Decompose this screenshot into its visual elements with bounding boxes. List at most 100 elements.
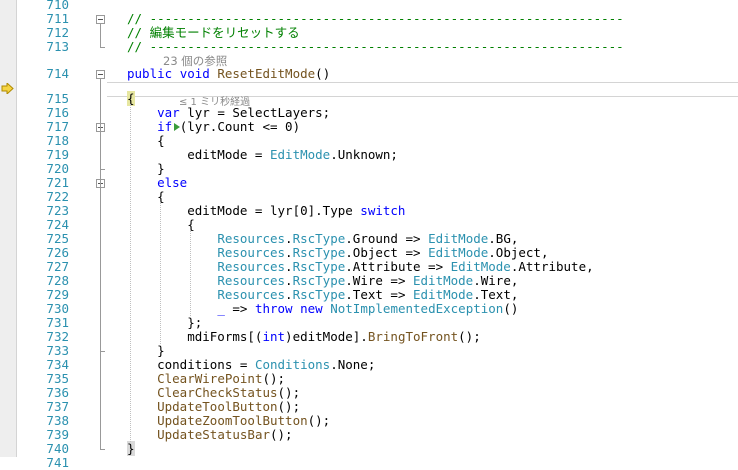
code-text: Resources.RscType.Attribute => EditMode.… <box>217 259 594 274</box>
code-line-740[interactable]: 740} <box>17 441 738 456</box>
outline-bracket-end <box>100 47 105 48</box>
code-line-721[interactable]: 721 else <box>17 176 738 190</box>
code-line-736[interactable]: 736 ClearCheckStatus(); <box>17 386 738 400</box>
code-text: Resources.RscType.Wire => EditMode.Wire, <box>217 273 519 288</box>
line-number: 732 <box>46 329 69 344</box>
code-text: UpdateStatusBar(); <box>157 427 293 442</box>
current-statement-arrow-icon <box>1 83 14 94</box>
line-number: 739 <box>46 427 69 442</box>
code-line-729[interactable]: 729 Resources.RscType.Text => EditMode.T… <box>17 288 738 302</box>
code-line-720[interactable]: 720 } <box>17 162 738 176</box>
code-text: UpdateZoomToolButton(); <box>157 413 331 428</box>
code-text: // 編集モードをリセットする <box>127 25 300 40</box>
code-line-722[interactable]: 722 { <box>17 190 738 204</box>
code-text: Resources.RscType.Ground => EditMode.BG, <box>217 231 519 246</box>
line-number: 737 <box>46 399 69 414</box>
line-number: 735 <box>46 371 69 386</box>
code-line-734[interactable]: 734 conditions = Conditions.None; <box>17 358 738 372</box>
code-text: { <box>127 133 165 148</box>
code-text: }; <box>127 315 203 330</box>
line-number: 711 <box>46 11 69 26</box>
line-number: 712 <box>46 25 69 40</box>
code-line-727[interactable]: 727 Resources.RscType.Attribute => EditM… <box>17 260 738 274</box>
code-text: { <box>127 189 165 204</box>
outline-bracket-end <box>100 169 105 170</box>
code-line-731[interactable]: 731 }; <box>17 316 738 330</box>
code-text: editMode = EditMode.Unknown; <box>127 147 398 162</box>
code-line-735[interactable]: 735 ClearWirePoint(); <box>17 372 738 386</box>
code-text: } <box>127 161 165 176</box>
run-to-click-icon[interactable] <box>174 123 180 131</box>
code-line-739[interactable]: 739 UpdateStatusBar(); <box>17 428 738 442</box>
code-text: // -------------------------------------… <box>127 11 624 26</box>
line-number: 718 <box>46 133 69 148</box>
code-text: if (lyr.Count <= 0) <box>157 119 301 134</box>
code-text: ClearWirePoint(); <box>157 371 286 386</box>
line-number: 729 <box>46 287 69 302</box>
indent-guide <box>190 230 192 318</box>
line-number: 733 <box>46 343 69 358</box>
line-number: 717 <box>46 119 69 134</box>
line-number: 714 <box>46 66 69 81</box>
code-line-716[interactable]: 716 var lyr = SelectLayers; <box>17 106 738 120</box>
line-number: 738 <box>46 413 69 428</box>
line-number: 728 <box>46 273 69 288</box>
line-number: 734 <box>46 357 69 372</box>
indent-guide <box>160 202 162 346</box>
code-line-737[interactable]: 737 UpdateToolButton(); <box>17 400 738 414</box>
code-text: editMode = lyr[0].Type switch <box>127 203 406 218</box>
line-number: 721 <box>46 175 69 190</box>
line-number: 726 <box>46 245 69 260</box>
code-line-719[interactable]: 719 editMode = EditMode.Unknown; <box>17 148 738 162</box>
code-text: conditions = Conditions.None; <box>127 357 376 372</box>
line-number: 727 <box>46 259 69 274</box>
code-line-732[interactable]: 732 mdiForms[(int)editMode].BringToFront… <box>17 330 738 344</box>
line-number: 716 <box>46 105 69 120</box>
codelens-references-label[interactable]: 23 個の参照 <box>163 53 227 69</box>
line-number: 740 <box>46 441 69 456</box>
line-number: 730 <box>46 301 69 316</box>
line-number: 719 <box>46 147 69 162</box>
code-text: public void ResetEditMode() <box>127 66 331 81</box>
code-text: } <box>127 343 165 358</box>
code-line-730[interactable]: 730 _ => throw new NotImplementedExcepti… <box>17 302 738 316</box>
code-text: _ => throw new NotImplementedException() <box>217 301 519 316</box>
code-text: else <box>157 175 188 190</box>
line-number: 724 <box>46 217 69 232</box>
line-number: 720 <box>46 161 69 176</box>
code-text: Resources.RscType.Text => EditMode.Text, <box>217 287 519 302</box>
code-line-711[interactable]: 711 // ----------------------------------… <box>17 12 738 26</box>
code-line-741[interactable]: 741 <box>17 456 738 470</box>
glyph-margin[interactable] <box>0 0 17 457</box>
code-text: } <box>127 441 135 456</box>
code-line-733[interactable]: 733 } <box>17 344 738 358</box>
code-line-723[interactable]: 723 editMode = lyr[0].Type switch <box>17 204 738 218</box>
outline-bracket <box>100 23 101 47</box>
line-number: 741 <box>46 455 69 470</box>
code-line-726[interactable]: 726 Resources.RscType.Object => EditMode… <box>17 246 738 260</box>
code-text: UpdateToolButton(); <box>157 399 301 414</box>
code-line-728[interactable]: 728 Resources.RscType.Wire => EditMode.W… <box>17 274 738 288</box>
code-text: var lyr = SelectLayers; <box>157 105 331 120</box>
code-line-725[interactable]: 725 Resources.RscType.Ground => EditMode… <box>17 232 738 246</box>
code-line-712[interactable]: 712 // 編集モードをリセットする <box>17 26 738 40</box>
code-line-724[interactable]: 724 { <box>17 218 738 232</box>
codelens-elapsed[interactable]: ≤ 1 ミリ秒経過 <box>17 93 738 108</box>
line-number: 713 <box>46 39 69 54</box>
codelens-elapsed-label[interactable]: ≤ 1 ミリ秒経過 <box>179 93 250 108</box>
outline-bracket <box>100 131 101 169</box>
outline-bracket-end <box>100 449 105 450</box>
code-line-713[interactable]: 713 // ----------------------------------… <box>17 40 738 54</box>
code-line-718[interactable]: 718 { <box>17 134 738 148</box>
code-line-738[interactable]: 738 UpdateZoomToolButton(); <box>17 414 738 428</box>
line-number: 722 <box>46 189 69 204</box>
code-line-717[interactable]: 717 if (lyr.Count <= 0) <box>17 120 738 134</box>
code-editor[interactable]: 710 711// -------------------------------… <box>17 0 738 470</box>
code-text: // -------------------------------------… <box>127 39 624 54</box>
code-text: ClearCheckStatus(); <box>157 385 301 400</box>
indent-guide <box>130 104 131 444</box>
codelens-references[interactable]: 23 個の参照 <box>17 54 738 68</box>
line-number: 736 <box>46 385 69 400</box>
outline-bracket <box>100 187 101 351</box>
code-line-714[interactable]: 714 public void ResetEditMode() <box>17 67 738 81</box>
